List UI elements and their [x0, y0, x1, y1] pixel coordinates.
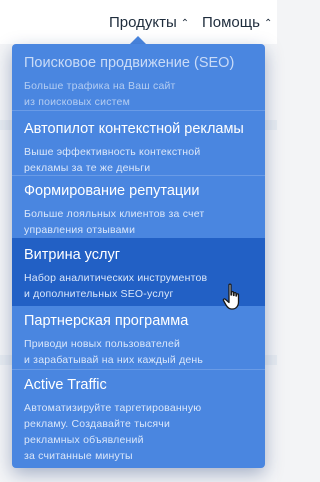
nav-help-link[interactable]: Помощь ⌃	[202, 14, 272, 31]
menu-item-title: Витрина услуг	[24, 247, 121, 263]
menu-item-partner-program[interactable]: Партнерская программа Приводи новых поль…	[12, 312, 265, 368]
menu-item-title: Формирование репутации	[24, 183, 200, 199]
nav-products-label: Продукты	[109, 14, 177, 31]
menu-item-title: Поисковое продвижение (SEO)	[24, 55, 235, 71]
products-dropdown-menu: Поисковое продвижение (SEO) Больше трафи…	[12, 44, 265, 468]
menu-item-description: Автоматизируйте таргетированную рекламу.…	[24, 402, 202, 462]
chevron-up-icon: ⌃	[263, 18, 273, 29]
menu-item-title: Автопилот контекстной рекламы	[24, 121, 244, 137]
menu-divider	[12, 110, 265, 111]
menu-item-description: Приводи новых пользователей и зарабатыва…	[24, 338, 204, 366]
menu-divider	[12, 369, 265, 370]
menu-item-active-traffic[interactable]: Active Traffic Автоматизируйте таргетиро…	[12, 376, 265, 464]
menu-item-title: Партнерская программа	[24, 313, 189, 329]
menu-item-description: Набор аналитических инструментов и допол…	[24, 272, 208, 300]
menu-item-description: Больше трафика на Ваш сайт из поисковых …	[24, 80, 176, 108]
menu-item-description: Выше эффективность контекстной рекламы з…	[24, 146, 201, 174]
menu-item-seo[interactable]: Поисковое продвижение (SEO) Больше трафи…	[12, 54, 265, 114]
nav-products-link[interactable]: Продукты ⌃	[109, 14, 189, 31]
hand-pointer-icon	[222, 283, 240, 310]
menu-item-reputation[interactable]: Формирование репутации Больше лояльных к…	[12, 182, 265, 238]
chevron-up-icon: ⌃	[180, 18, 190, 29]
menu-item-description: Больше лояльных клиентов за счет управле…	[24, 208, 205, 236]
dropdown-arrow	[130, 36, 146, 44]
menu-divider	[12, 175, 265, 176]
menu-item-title: Active Traffic	[24, 377, 107, 393]
nav-help-label: Помощь	[202, 14, 260, 31]
menu-item-context-ads[interactable]: Автопилот контекстной рекламы Выше эффек…	[12, 120, 265, 176]
